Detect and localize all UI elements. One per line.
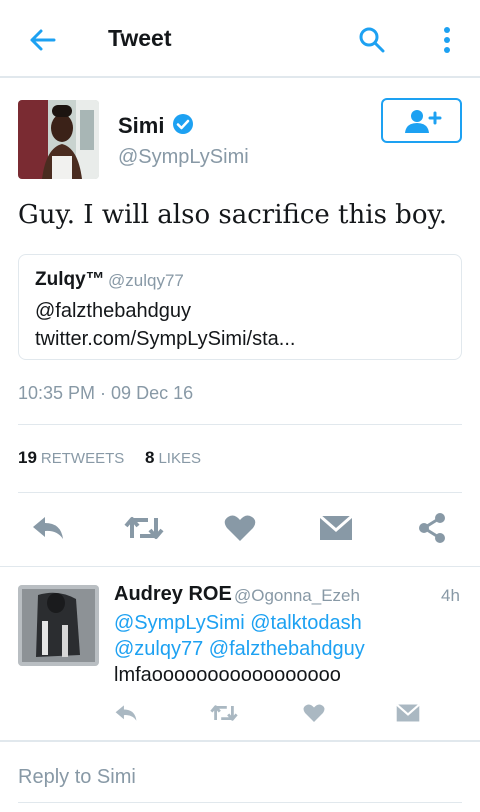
reply-compose-input[interactable]: Reply to Simi [18, 766, 136, 789]
reply-author-name[interactable]: Audrey ROE [114, 583, 232, 606]
page-title: Tweet [108, 25, 172, 51]
search-icon [359, 27, 385, 53]
reply-time: 4h [441, 586, 460, 605]
retweets-count: 19 [18, 448, 37, 467]
envelope-icon [319, 514, 353, 540]
arrow-left-icon [30, 29, 56, 51]
avatar-photo [18, 100, 99, 179]
quoted-tweet-text: @falzthebahdguy twitter.com/SympLySimi/s… [35, 300, 296, 350]
quoted-tweet-card[interactable]: Zulqy™ @zulqy77 @falzthebahdguy twitter.… [18, 254, 462, 360]
reply-mentions-line-2[interactable]: @zulqy77 @falzthebahdguy [114, 636, 464, 662]
verified-badge-icon [173, 114, 193, 134]
top-app-bar: Tweet [0, 0, 480, 78]
likes-stat[interactable]: 8 LIKES [145, 448, 217, 467]
retweet-icon [124, 517, 164, 539]
reply-mentions-line-1[interactable]: @SympLySimi @talktodash [114, 610, 464, 636]
reply-author-handle[interactable]: @Ogonna_Ezeh [234, 586, 360, 606]
direct-message-button[interactable] [314, 506, 358, 550]
divider [18, 424, 462, 425]
reply-button[interactable] [26, 506, 70, 550]
envelope-icon [396, 703, 420, 722]
reply-author-avatar[interactable] [18, 585, 99, 666]
retweets-label: RETWEETS [40, 450, 125, 467]
reply-text: @SympLySimi @talktodash @zulqy77 @falzth… [114, 610, 464, 688]
divider [0, 566, 480, 567]
like-button[interactable] [218, 506, 262, 550]
retweet-button[interactable] [122, 506, 166, 550]
follow-button[interactable] [381, 98, 462, 143]
share-button[interactable] [410, 506, 454, 550]
author-handle[interactable]: @SympLySimi [118, 146, 249, 169]
reply-retweet-button[interactable] [208, 698, 240, 728]
avatar-photo [18, 585, 99, 666]
retweet-icon [210, 705, 238, 721]
add-user-icon [404, 109, 441, 133]
more-vertical-icon [444, 27, 450, 53]
reply-message-button[interactable] [392, 698, 424, 728]
reply-icon [115, 705, 137, 721]
divider [0, 740, 480, 742]
reply-like-button[interactable] [298, 698, 330, 728]
author-avatar[interactable] [18, 100, 99, 179]
retweets-stat[interactable]: 19 RETWEETS [18, 448, 140, 467]
tweet-timestamp: 10:35 PM · 09 Dec 16 [18, 383, 194, 403]
likes-label: LIKES [158, 450, 201, 467]
quoted-author-handle: @zulqy77 [108, 271, 184, 290]
reply-body: lmfaooooooooooooooooo [114, 664, 341, 686]
reply-icon [33, 517, 63, 539]
likes-count: 8 [145, 448, 155, 467]
search-button[interactable] [352, 20, 392, 60]
author-name[interactable]: Simi [118, 113, 164, 139]
divider [18, 492, 462, 493]
reply-reply-button[interactable] [110, 698, 142, 728]
divider [18, 802, 462, 803]
tweet-text: Guy. I will also sacrifice this boy. [18, 200, 447, 230]
tweet-stats: 19 RETWEETS 8 LIKES [18, 448, 217, 468]
heart-icon [224, 515, 256, 541]
back-button[interactable] [22, 20, 62, 60]
quoted-author-name: Zulqy™ [35, 269, 105, 290]
heart-icon [303, 704, 325, 722]
share-icon [419, 513, 445, 543]
more-options-button[interactable] [430, 20, 464, 60]
